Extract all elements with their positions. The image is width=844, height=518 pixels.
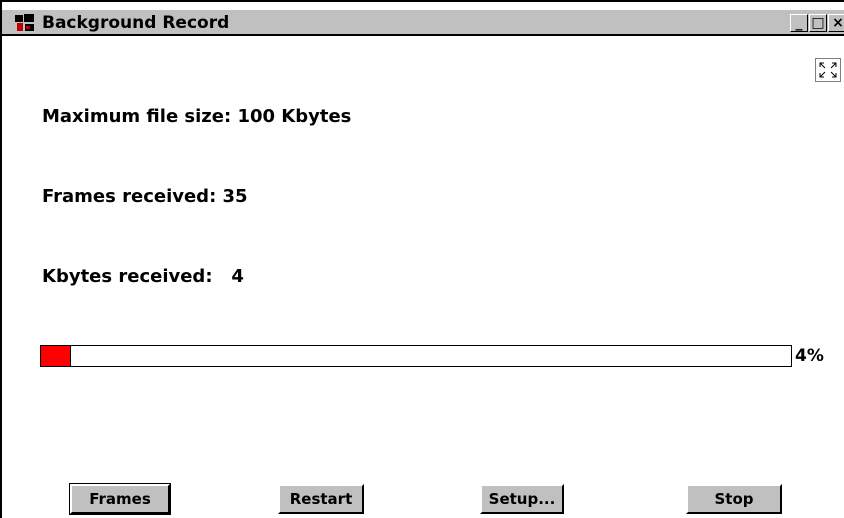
restart-button[interactable]: Restart	[278, 484, 364, 514]
frames-button[interactable]: Frames	[69, 483, 171, 515]
setup-button[interactable]: Setup...	[480, 484, 564, 514]
stop-button[interactable]: Stop	[686, 484, 782, 514]
window-title: Background Record	[42, 13, 230, 33]
progress-bar	[40, 345, 792, 367]
minimize-button[interactable]: _	[790, 14, 808, 32]
app-logo-icon	[14, 13, 36, 33]
maximize-button[interactable]: □	[809, 14, 827, 32]
progress-fill	[41, 346, 71, 366]
max-file-size-label: Maximum file size: 100 Kbytes	[42, 106, 352, 127]
expand-icon	[816, 62, 840, 85]
frames-received-label: Frames received: 35	[42, 186, 248, 207]
expand-button[interactable]	[815, 58, 841, 82]
progress-percent: 4%	[795, 346, 824, 366]
background-record-window: Background Record _ □ × Maximum file siz…	[0, 0, 844, 518]
close-button[interactable]: ×	[828, 14, 844, 32]
kbytes-received-label: Kbytes received: 4	[42, 266, 244, 287]
title-bar[interactable]: Background Record _ □ ×	[2, 10, 844, 36]
